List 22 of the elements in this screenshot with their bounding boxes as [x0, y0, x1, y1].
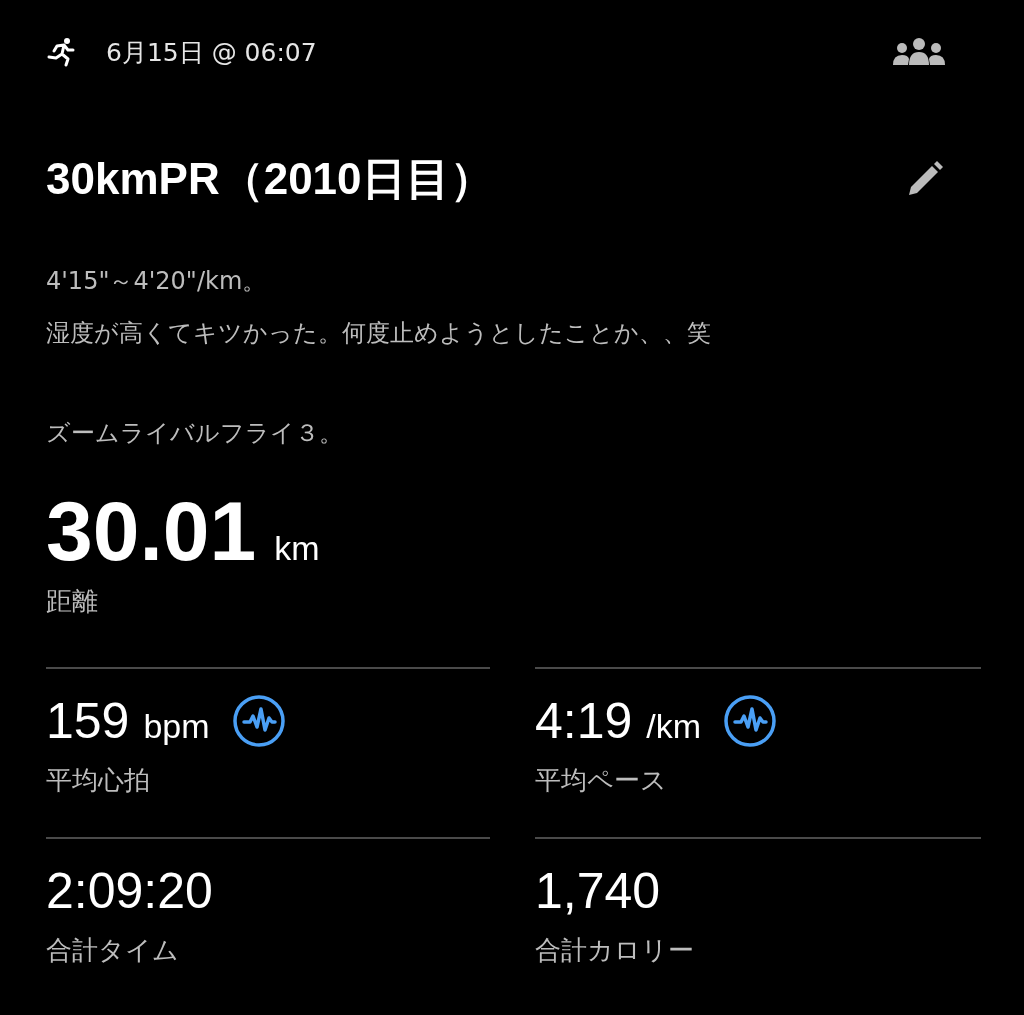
stat-value: 4:19 [535, 692, 633, 750]
distance-label: 距離 [46, 585, 99, 618]
description-text: 4'15"～4'20"/km。 [46, 266, 268, 297]
activity-title: 30kmPR（2010日目） [46, 153, 495, 205]
stat-unit: /km [646, 706, 702, 746]
runner-icon [46, 37, 76, 67]
distance-value: 30.01 [46, 483, 257, 580]
description-text: 湿度が高くてキツかった。何度止めようとしたことか、、笑 [46, 318, 712, 349]
stat-unit: bpm [143, 706, 210, 746]
pulse-icon[interactable] [723, 694, 778, 748]
description-text: ズームライバルフライ３。 [46, 418, 344, 449]
stat-label: 合計カロリー [535, 934, 695, 967]
stat-label: 平均心拍 [46, 764, 151, 797]
stat-value: 1,740 [535, 862, 661, 920]
stat-value: 2:09:20 [46, 862, 213, 920]
stat-label: 平均ペース [535, 764, 668, 797]
pulse-icon[interactable] [231, 694, 286, 748]
group-icon[interactable] [892, 37, 946, 67]
stat-value: 159 [46, 692, 130, 750]
stat-label: 合計タイム [46, 934, 180, 967]
distance-unit: km [274, 529, 320, 568]
activity-datetime: 6月15日 @ 06:07 [106, 36, 318, 69]
